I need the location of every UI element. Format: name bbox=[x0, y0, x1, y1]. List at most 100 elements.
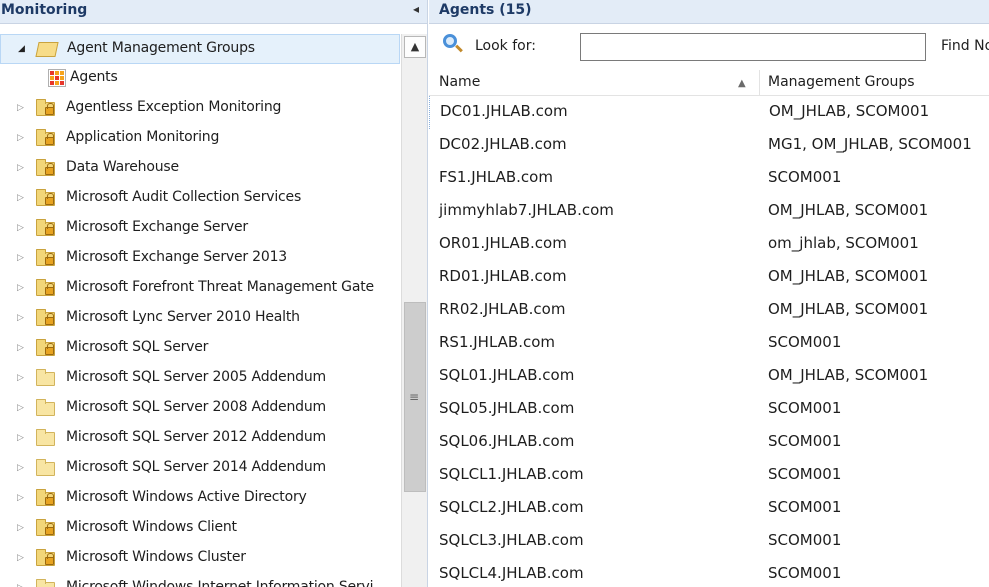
column-divider[interactable] bbox=[759, 70, 760, 96]
agent-name-cell: SQL05.JHLAB.com bbox=[439, 399, 575, 417]
table-row[interactable]: jimmyhlab7.JHLAB.com OM_JHLAB, SCOM001 bbox=[429, 195, 989, 228]
table-row[interactable]: DC01.JHLAB.com OM_JHLAB, SCOM001 bbox=[429, 96, 989, 129]
expand-arrow-icon[interactable]: ▷ bbox=[17, 403, 27, 413]
tree-item[interactable]: ▷ Microsoft Lync Server 2010 Health bbox=[0, 304, 400, 334]
expand-arrow-icon[interactable]: ▷ bbox=[17, 253, 27, 263]
agent-name-cell: SQLCL1.JHLAB.com bbox=[439, 465, 584, 483]
locked-folder-icon bbox=[36, 549, 56, 567]
expand-arrow-icon[interactable]: ▷ bbox=[17, 433, 27, 443]
tree-item-label: Microsoft SQL Server 2014 Addendum bbox=[66, 459, 326, 475]
management-groups-cell: SCOM001 bbox=[768, 465, 842, 483]
expand-arrow-icon[interactable]: ▷ bbox=[17, 283, 27, 293]
scroll-up-button[interactable]: ▲ bbox=[404, 36, 426, 58]
locked-folder-icon bbox=[36, 519, 56, 537]
grid-view-icon bbox=[48, 69, 68, 87]
tree-item-label: Agent Management Groups bbox=[67, 40, 255, 56]
navigation-pane: Monitoring ◂ ◢ Agent Management Groups Age… bbox=[0, 0, 428, 587]
expand-arrow-icon[interactable]: ▷ bbox=[17, 493, 27, 503]
collapse-arrow-icon[interactable]: ◢ bbox=[18, 44, 28, 54]
table-row[interactable]: RR02.JHLAB.com OM_JHLAB, SCOM001 bbox=[429, 294, 989, 327]
expand-arrow-icon[interactable]: ▷ bbox=[17, 193, 27, 203]
management-groups-cell: OM_JHLAB, SCOM001 bbox=[768, 201, 929, 219]
expand-arrow-icon[interactable]: ▷ bbox=[17, 223, 27, 233]
management-groups-cell: MG1, OM_JHLAB, SCOM001 bbox=[768, 135, 972, 153]
tree-item[interactable]: Agents bbox=[0, 64, 400, 94]
sort-ascending-icon: ▲ bbox=[738, 78, 746, 89]
table-row[interactable]: FS1.JHLAB.com SCOM001 bbox=[429, 162, 989, 195]
search-bar: Look for: Find Now bbox=[429, 25, 989, 69]
locked-folder-icon bbox=[36, 489, 56, 507]
find-now-button[interactable]: Find Now bbox=[941, 38, 989, 54]
tree-item[interactable]: ▷ Microsoft SQL Server 2012 Addendum bbox=[0, 424, 400, 454]
table-row[interactable]: RS1.JHLAB.com SCOM001 bbox=[429, 327, 989, 360]
column-header-management-groups[interactable]: Management Groups bbox=[768, 74, 915, 90]
scroll-thumb[interactable]: ≡ bbox=[404, 302, 426, 492]
tree-item[interactable]: ◢ Agent Management Groups bbox=[0, 34, 400, 64]
tree-item-label: Microsoft Windows Active Directory bbox=[66, 489, 307, 505]
open-folder-icon bbox=[35, 40, 59, 58]
management-groups-cell: OM_JHLAB, SCOM001 bbox=[768, 366, 929, 384]
expand-arrow-icon[interactable]: ▷ bbox=[17, 313, 27, 323]
table-row[interactable]: RD01.JHLAB.com OM_JHLAB, SCOM001 bbox=[429, 261, 989, 294]
expand-arrow-icon[interactable]: ▷ bbox=[17, 343, 27, 353]
expand-arrow-icon[interactable]: ▷ bbox=[17, 163, 27, 173]
agent-name-cell: FS1.JHLAB.com bbox=[439, 168, 553, 186]
expand-arrow-icon[interactable]: ▷ bbox=[17, 103, 27, 113]
look-for-label: Look for: bbox=[475, 38, 536, 54]
agent-name-cell: RS1.JHLAB.com bbox=[439, 333, 556, 351]
expand-arrow-icon[interactable]: ▷ bbox=[17, 133, 27, 143]
expand-arrow-icon[interactable]: ▷ bbox=[17, 463, 27, 473]
tree-item[interactable]: ▷ Microsoft SQL Server bbox=[0, 334, 400, 364]
tree-item[interactable]: ▷ Microsoft SQL Server 2014 Addendum bbox=[0, 454, 400, 484]
tree-item-label: Microsoft Windows Internet Information S… bbox=[66, 579, 374, 587]
management-groups-cell: SCOM001 bbox=[768, 564, 842, 582]
table-row[interactable]: SQL05.JHLAB.com SCOM001 bbox=[429, 393, 989, 426]
agent-name-cell: jimmyhlab7.JHLAB.com bbox=[439, 201, 614, 219]
management-groups-cell: SCOM001 bbox=[768, 432, 842, 450]
results-pane-header: Agents (15) bbox=[429, 0, 989, 24]
folder-icon bbox=[36, 429, 56, 447]
tree-item[interactable]: ▷ Microsoft Exchange Server bbox=[0, 214, 400, 244]
table-row[interactable]: SQL01.JHLAB.com OM_JHLAB, SCOM001 bbox=[429, 360, 989, 393]
navigation-pane-header: Monitoring ◂ bbox=[0, 0, 427, 24]
table-row[interactable]: SQL06.JHLAB.com SCOM001 bbox=[429, 426, 989, 459]
tree-item[interactable]: ▷ Microsoft Windows Client bbox=[0, 514, 400, 544]
tree-item[interactable]: ▷ Microsoft Windows Active Directory bbox=[0, 484, 400, 514]
expand-arrow-icon[interactable]: ▷ bbox=[17, 553, 27, 563]
tree-item[interactable]: ▷ Microsoft Forefront Threat Management G… bbox=[0, 274, 400, 304]
expand-arrow-icon[interactable]: ▷ bbox=[17, 583, 27, 587]
column-header-name[interactable]: Name bbox=[439, 74, 480, 90]
folder-icon bbox=[36, 459, 56, 477]
tree-item[interactable]: ▷ Microsoft SQL Server 2008 Addendum bbox=[0, 394, 400, 424]
table-row[interactable]: SQLCL4.JHLAB.com SCOM001 bbox=[429, 558, 989, 587]
tree-item[interactable]: ▷ Microsoft Windows Cluster bbox=[0, 544, 400, 574]
agent-name-cell: SQLCL3.JHLAB.com bbox=[439, 531, 584, 549]
tree-item[interactable]: ▷ Application Monitoring bbox=[0, 124, 400, 154]
tree-scrollbar[interactable]: ▲ ≡ bbox=[401, 34, 427, 587]
table-row[interactable]: SQLCL3.JHLAB.com SCOM001 bbox=[429, 525, 989, 558]
table-row[interactable]: DC02.JHLAB.com MG1, OM_JHLAB, SCOM001 bbox=[429, 129, 989, 162]
table-row[interactable]: SQLCL2.JHLAB.com SCOM001 bbox=[429, 492, 989, 525]
expand-arrow-icon[interactable]: ▷ bbox=[17, 523, 27, 533]
locked-folder-icon bbox=[36, 99, 56, 117]
tree-item[interactable]: ▷ Microsoft SQL Server 2005 Addendum bbox=[0, 364, 400, 394]
tree-item[interactable]: ▷ Microsoft Exchange Server 2013 bbox=[0, 244, 400, 274]
agent-name-cell: DC02.JHLAB.com bbox=[439, 135, 567, 153]
folder-icon bbox=[36, 369, 56, 387]
tree-item[interactable]: ▷ Data Warehouse bbox=[0, 154, 400, 184]
tree-item-label: Agentless Exception Monitoring bbox=[66, 99, 282, 115]
management-groups-cell: OM_JHLAB, SCOM001 bbox=[769, 102, 930, 120]
table-row[interactable]: OR01.JHLAB.com om_jhlab, SCOM001 bbox=[429, 228, 989, 261]
search-input[interactable] bbox=[580, 33, 926, 61]
tree-item-label: Microsoft Windows Cluster bbox=[66, 549, 246, 565]
tree-item[interactable]: ▷ Microsoft Windows Internet Information … bbox=[0, 574, 400, 587]
expand-arrow-icon[interactable]: ▷ bbox=[17, 373, 27, 383]
locked-folder-icon bbox=[36, 189, 56, 207]
table-row[interactable]: SQLCL1.JHLAB.com SCOM001 bbox=[429, 459, 989, 492]
results-pane-title: Agents (15) bbox=[439, 2, 532, 18]
management-groups-cell: om_jhlab, SCOM001 bbox=[768, 234, 919, 252]
tree-item[interactable]: ▷ Agentless Exception Monitoring bbox=[0, 94, 400, 124]
management-groups-cell: SCOM001 bbox=[768, 498, 842, 516]
tree-item[interactable]: ▷ Microsoft Audit Collection Services bbox=[0, 184, 400, 214]
collapse-pane-icon[interactable]: ◂ bbox=[413, 2, 419, 16]
